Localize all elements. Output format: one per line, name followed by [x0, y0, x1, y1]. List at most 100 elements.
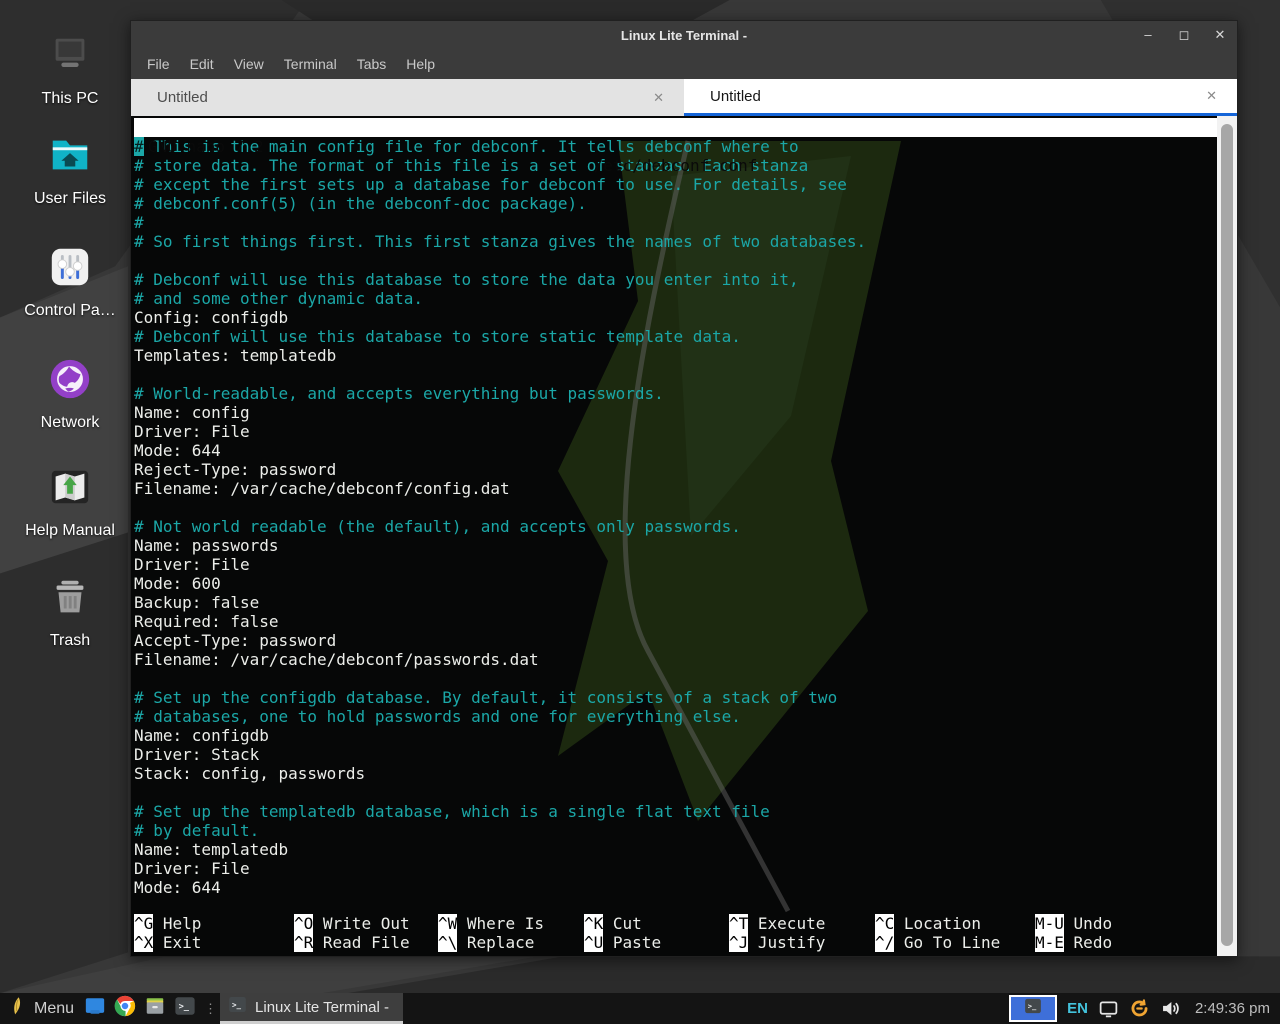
taskbar: Menu >_ ⋮ >_ Linux Lite Terminal - >_ EN…	[0, 993, 1280, 1024]
shortcut-justify: ^J Justify	[729, 933, 875, 952]
desktop-icon-control-pa[interactable]: Control Pa…	[2, 244, 138, 320]
archive-box-icon	[144, 995, 166, 1022]
launcher-terminal-icon[interactable]: >_	[170, 995, 200, 1022]
terminal-area: GNU nano 7.2 /etc/debconf.conf # This is…	[131, 116, 1237, 956]
launcher-archive-box-icon[interactable]	[140, 995, 170, 1022]
shortcut-read-file: ^R Read File	[294, 933, 438, 952]
menu-button-label: Menu	[34, 1000, 74, 1018]
shortcut-label: Go To Line	[904, 933, 1000, 952]
nano-shortcut-bar: ^G Help^X Exit^O Write Out^R Read File^W…	[134, 914, 1217, 952]
shortcut-label: Where Is	[467, 914, 544, 933]
launcher-chrome-icon[interactable]	[110, 995, 140, 1022]
desktop-icon-network[interactable]: Network	[2, 356, 138, 432]
shortcut-execute: ^T Execute	[729, 914, 875, 933]
desktop-icon-this-pc[interactable]: This PC	[2, 32, 138, 108]
terminal-line: Backup: false	[134, 593, 1217, 612]
scrollbar-thumb[interactable]	[1221, 124, 1233, 946]
shortcut-column: ^K Cut^U Paste	[584, 914, 729, 952]
terminal-line: Reject-Type: password	[134, 460, 1217, 479]
terminal-line: # by default.	[134, 821, 1217, 840]
terminal-icon: >_	[1024, 997, 1042, 1020]
menu-file[interactable]: File	[137, 53, 180, 75]
svg-text:>_: >_	[1028, 1002, 1037, 1011]
desktop-icon-help-manual[interactable]: Help Manual	[2, 464, 138, 540]
shortcut-key: ^R	[294, 933, 313, 952]
terminal-line: Accept-Type: password	[134, 631, 1217, 650]
tab-2-active[interactable]: Untitled✕	[684, 79, 1237, 116]
terminal-line: # Debconf will use this database to stor…	[134, 270, 1217, 289]
maximize-button[interactable]: ◻	[1177, 27, 1191, 43]
keyboard-layout-indicator[interactable]: EN	[1067, 1000, 1088, 1017]
shortcut-key: ^J	[729, 933, 748, 952]
shortcut-column: ^W Where Is^\ Replace	[438, 914, 584, 952]
shortcut-key: ^G	[134, 914, 153, 933]
shortcut-key: ^K	[584, 914, 603, 933]
terminal-line: Driver: File	[134, 555, 1217, 574]
shortcut-label: Cut	[613, 914, 642, 933]
help-manual-icon	[47, 464, 93, 515]
menu-edit[interactable]: Edit	[180, 53, 224, 75]
desktop-icon-trash[interactable]: Trash	[2, 574, 138, 650]
terminal-line: # Set up the templatedb database, which …	[134, 802, 1217, 821]
desktop-icon-label: Trash	[50, 632, 90, 650]
shortcut-key: ^U	[584, 933, 603, 952]
active-task-label: Linux Lite Terminal -	[255, 999, 389, 1016]
linuxlite-feather-icon	[8, 995, 27, 1022]
svg-text:>_: >_	[232, 1000, 242, 1009]
terminal-line: Name: templatedb	[134, 840, 1217, 859]
shortcut-paste: ^U Paste	[584, 933, 729, 952]
tab-close-icon[interactable]: ✕	[649, 88, 668, 108]
desktop-icon-user-files[interactable]: User Files	[2, 132, 138, 208]
computer-icon	[47, 32, 93, 83]
shortcut-write-out: ^O Write Out	[294, 914, 438, 933]
tab-1[interactable]: Untitled✕	[131, 79, 684, 116]
nano-buffer: # This is the main config file for debco…	[134, 137, 1217, 897]
chrome-icon	[114, 995, 136, 1022]
shortcut-go-to-line: ^/ Go To Line	[875, 933, 1035, 952]
terminal-scrollbar[interactable]	[1217, 116, 1237, 956]
desktop-icon-label: Help Manual	[25, 522, 115, 540]
terminal-line: Name: configdb	[134, 726, 1217, 745]
menu-tabs[interactable]: Tabs	[347, 53, 397, 75]
volume-icon[interactable]	[1160, 998, 1181, 1019]
clock[interactable]: 2:49:36 pm	[1191, 1000, 1270, 1017]
terminal-window: Linux Lite Terminal - –◻✕ FileEditViewTe…	[130, 20, 1238, 957]
terminal-icon: >_	[174, 995, 196, 1022]
close-button[interactable]: ✕	[1213, 27, 1227, 43]
menu-bar: FileEditViewTerminalTabsHelp	[131, 49, 1237, 79]
terminal-line: Stack: config, passwords	[134, 764, 1217, 783]
terminal-line	[134, 783, 1217, 802]
trash-icon	[47, 574, 93, 625]
shortcut-exit: ^X Exit	[134, 933, 294, 952]
menu-button[interactable]: Menu	[6, 995, 80, 1022]
quick-launchers: >_	[80, 995, 200, 1022]
terminal-screen[interactable]: GNU nano 7.2 /etc/debconf.conf # This is…	[131, 116, 1217, 956]
minimize-button[interactable]: –	[1141, 27, 1155, 43]
svg-text:>_: >_	[179, 1002, 190, 1012]
shortcut-label: Exit	[163, 933, 202, 952]
shortcut-undo: M-U Undo	[1035, 914, 1112, 933]
menu-terminal[interactable]: Terminal	[274, 53, 347, 75]
shortcut-location: ^C Location	[875, 914, 1035, 933]
terminal-line: Driver: Stack	[134, 745, 1217, 764]
shortcut-column: ^C Location^/ Go To Line	[875, 914, 1035, 952]
menu-help[interactable]: Help	[396, 53, 445, 75]
terminal-line: Driver: File	[134, 422, 1217, 441]
tab-label: Untitled	[157, 89, 649, 106]
terminal-line: # Set up the configdb database. By defau…	[134, 688, 1217, 707]
active-task-button[interactable]: >_ Linux Lite Terminal -	[220, 993, 403, 1024]
taskbar-separator: ⋮	[200, 1001, 220, 1017]
menu-view[interactable]: View	[224, 53, 274, 75]
window-titlebar[interactable]: Linux Lite Terminal - –◻✕	[131, 21, 1237, 49]
desktop-icon-label: Network	[41, 414, 100, 432]
launcher-file-manager-blue-icon[interactable]	[80, 995, 110, 1022]
window-switcher-button[interactable]: >_	[1009, 995, 1057, 1022]
shortcut-label: Paste	[613, 933, 661, 952]
update-icon[interactable]	[1129, 998, 1150, 1019]
tab-close-icon[interactable]: ✕	[1202, 86, 1221, 106]
display-icon[interactable]	[1098, 998, 1119, 1019]
shortcut-label: Read File	[323, 933, 410, 952]
nano-filename: /etc/debconf.conf	[134, 156, 1217, 175]
nano-titlebar: GNU nano 7.2 /etc/debconf.conf	[134, 118, 1217, 137]
terminal-line: # So first things first. This first stan…	[134, 232, 1217, 251]
